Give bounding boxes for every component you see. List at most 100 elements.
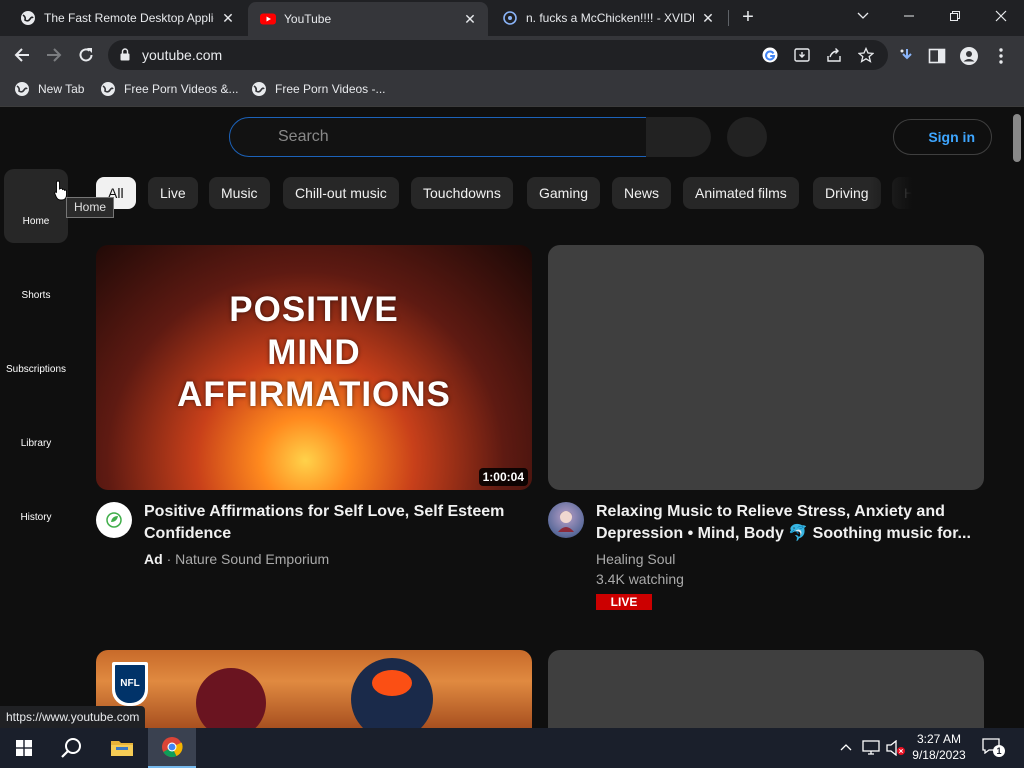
kebab-menu-icon[interactable] (992, 47, 1010, 65)
channel-avatar[interactable] (548, 502, 584, 538)
video-thumbnail[interactable]: NFL (96, 650, 532, 728)
video-meta: Ad · Nature Sound Emporium (144, 551, 329, 567)
chip-animated-films[interactable]: Animated films (683, 177, 799, 209)
video-title-line: Relaxing Music to Relieve Stress, Anxiet… (596, 503, 945, 520)
chevron-up-icon[interactable] (840, 743, 852, 751)
tab-search-button[interactable] (840, 0, 886, 32)
chip-touchdowns[interactable]: Touchdowns (411, 177, 513, 209)
minimize-button[interactable] (886, 0, 932, 32)
bookmark-label: Free Porn Videos &... (124, 82, 239, 96)
tooltip: Home (66, 197, 114, 218)
tab-strip: The Fast Remote Desktop Applic ✕ YouTube… (0, 0, 1024, 36)
chip-news[interactable]: News (612, 177, 672, 209)
folder-icon (111, 741, 133, 756)
bookmark-new-tab[interactable]: New Tab (14, 81, 84, 97)
extension-icon[interactable] (898, 47, 916, 65)
url-text: youtube.com (142, 47, 223, 63)
search-placeholder: Search (278, 128, 329, 145)
bookmark-star-icon[interactable] (858, 47, 874, 63)
bookmark-free-porn-videos-1[interactable]: Free Porn Videos &... (100, 81, 239, 97)
nfl-shield-logo: NFL (112, 662, 148, 706)
scrollbar-thumb[interactable] (1013, 114, 1021, 162)
reload-icon (79, 48, 93, 62)
youtube-logo-icon (260, 13, 276, 25)
close-window-button[interactable] (978, 0, 1024, 32)
profile-icon[interactable] (960, 47, 978, 65)
side-panel-icon[interactable] (928, 47, 946, 65)
close-tab-icon[interactable]: ✕ (220, 10, 236, 26)
video-title[interactable]: Relaxing Music to Relieve Stress, Anxiet… (596, 501, 996, 545)
taskbar-search-button[interactable] (48, 728, 96, 768)
sidebar-item-history[interactable]: History (4, 465, 68, 539)
video-thumbnail-placeholder[interactable] (548, 245, 984, 490)
sidebar-item-subscriptions[interactable]: Subscriptions (0, 317, 72, 391)
restore-button[interactable] (932, 0, 978, 32)
close-tab-icon[interactable]: ✕ (462, 11, 478, 27)
share-icon[interactable] (826, 47, 842, 63)
sidebar-item-label: Library (20, 438, 52, 449)
channel-name[interactable]: Healing Soul (596, 551, 675, 567)
bookmarks-bar: New Tab Free Porn Videos &... Free Porn … (0, 74, 1024, 107)
player-helmet-left (196, 668, 266, 728)
windows-taskbar: 3:27 AM 9/18/2023 1 (0, 728, 1024, 768)
reload-button[interactable] (72, 41, 100, 69)
globe-icon (101, 82, 115, 96)
volume-muted-icon[interactable] (886, 740, 906, 756)
chip-chill-out-music[interactable]: Chill-out music (283, 177, 399, 209)
tab-youtube[interactable]: YouTube ✕ (248, 2, 488, 36)
video-duration: 1:00:04 (478, 468, 528, 486)
chrome-taskbar-button[interactable] (148, 728, 196, 768)
network-icon[interactable] (862, 740, 880, 756)
chip-music[interactable]: Music (209, 177, 270, 209)
voice-search-button[interactable] (727, 117, 767, 157)
live-badge: LIVE (596, 594, 652, 610)
file-explorer-button[interactable] (98, 728, 146, 768)
search-input[interactable]: Search (229, 117, 647, 157)
thumbnail-text: POSITIVE (229, 290, 399, 329)
google-lens-icon[interactable] (762, 47, 778, 63)
leaf-logo-icon (106, 512, 122, 528)
start-button[interactable] (0, 728, 48, 768)
notification-center-button[interactable]: 1 (982, 738, 1005, 758)
close-tab-icon[interactable]: ✕ (700, 10, 716, 26)
close-icon (995, 10, 1007, 22)
windows-logo-icon (16, 740, 32, 756)
new-tab-button[interactable]: + (736, 6, 760, 30)
sidebar-item-library[interactable]: Library (4, 391, 68, 465)
globe-icon (252, 82, 266, 96)
address-bar[interactable]: youtube.com (108, 40, 888, 70)
view-count: 3.4K watching (596, 571, 684, 587)
tab-title: YouTube (284, 12, 332, 26)
video-title[interactable]: Positive Affirmations for Self Love, Sel… (144, 501, 524, 545)
globe-icon (15, 82, 29, 96)
sidebar-item-label: Shorts (21, 290, 51, 301)
tab-remote-desktop[interactable]: The Fast Remote Desktop Applic ✕ (8, 0, 246, 36)
video-thumbnail-placeholder[interactable] (548, 650, 984, 728)
video-thumbnail[interactable]: POSITIVE MIND AFFIRMATIONS 1:00:04 (96, 245, 532, 490)
bookmark-label: Free Porn Videos -... (275, 82, 386, 96)
clock-date: 9/18/2023 (912, 748, 966, 762)
meta-separator: · (166, 551, 172, 567)
lock-icon (120, 48, 130, 61)
browser-toolbar: youtube.com (0, 36, 1024, 74)
chrome-logo-icon (162, 737, 183, 758)
chip-gaming[interactable]: Gaming (527, 177, 601, 209)
chip-live[interactable]: Live (148, 177, 198, 209)
sidebar-item-shorts[interactable]: Shorts (4, 243, 68, 317)
nfl-logo-text: NFL (120, 678, 140, 689)
sign-in-button[interactable]: Sign in (893, 119, 992, 155)
back-button[interactable] (8, 41, 36, 69)
minimize-icon (904, 15, 914, 17)
channel-avatar[interactable] (96, 502, 132, 538)
tab-xvideos[interactable]: n. fucks a McChicken!!!! - XVIDE ✕ (490, 0, 726, 36)
site-favicon-icon (503, 11, 517, 25)
search-button[interactable] (646, 117, 711, 157)
clock-time: 3:27 AM (916, 732, 962, 746)
forward-button[interactable] (40, 41, 68, 69)
channel-name[interactable]: Nature Sound Emporium (175, 551, 329, 567)
nfl-shield-inner: NFL (115, 665, 145, 703)
install-app-icon[interactable] (794, 47, 810, 63)
page-scrollbar[interactable] (1010, 108, 1024, 728)
bookmark-free-porn-videos-2[interactable]: Free Porn Videos -... (251, 81, 386, 97)
system-clock[interactable]: 3:27 AM 9/18/2023 (912, 731, 966, 763)
